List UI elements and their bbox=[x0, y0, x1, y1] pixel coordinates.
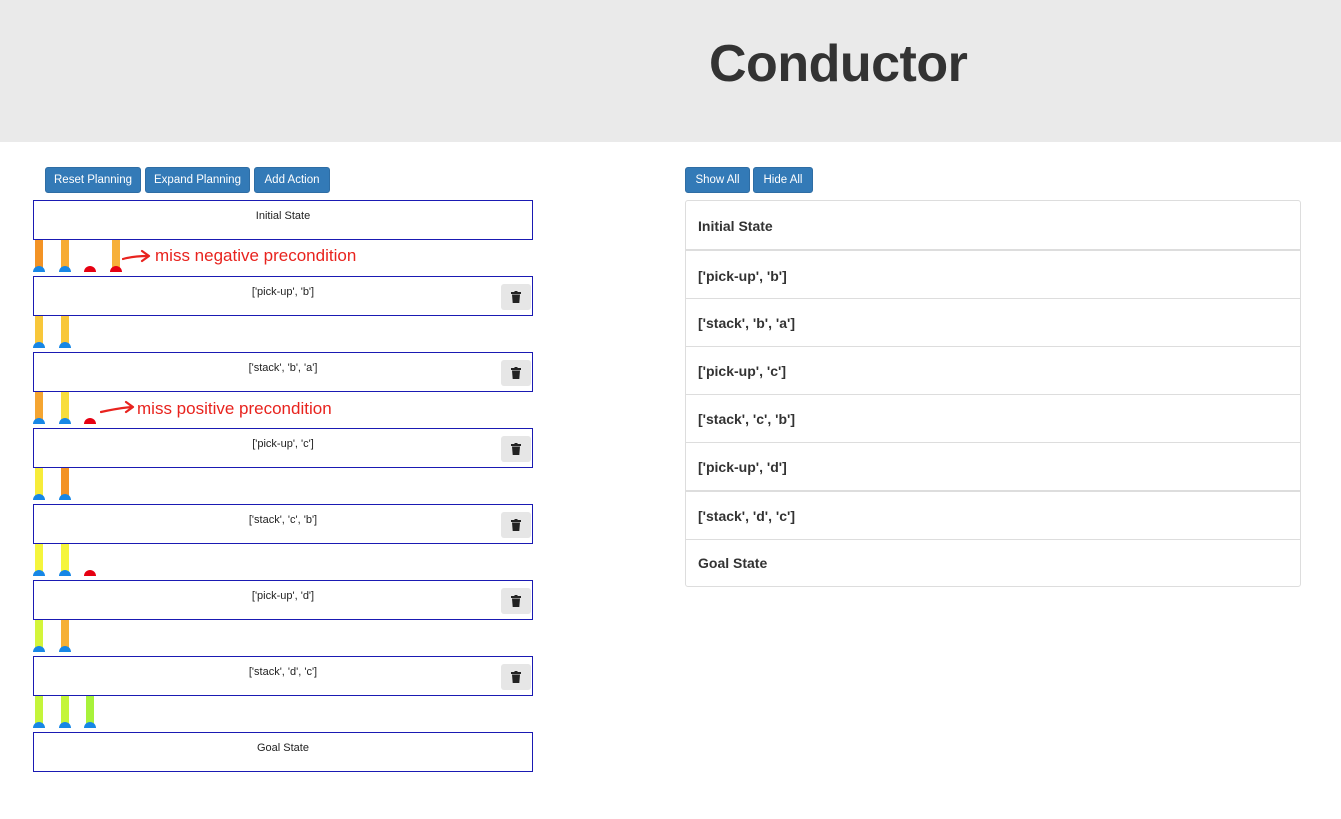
link-endpoint bbox=[59, 266, 71, 272]
list-item-label: Goal State bbox=[698, 555, 768, 571]
list-item[interactable]: ['pick-up', 'd'] bbox=[686, 442, 1300, 490]
action-step[interactable]: ['pick-up', 'b'] bbox=[33, 276, 533, 316]
action-step-label: ['stack', 'c', 'b'] bbox=[248, 514, 318, 526]
list-item[interactable]: ['pick-up', 'b'] bbox=[686, 249, 1300, 298]
delete-action-button[interactable] bbox=[501, 436, 531, 462]
link-endpoint bbox=[59, 646, 71, 652]
delete-action-button[interactable] bbox=[501, 588, 531, 614]
link-endpoint bbox=[33, 646, 45, 652]
link-endpoint bbox=[59, 342, 71, 348]
delete-action-button[interactable] bbox=[501, 664, 531, 690]
link-endpoint bbox=[33, 418, 45, 424]
list-item-label: ['pick-up', 'c'] bbox=[698, 363, 786, 379]
annotation-negative-precondition: miss negative precondition bbox=[155, 246, 357, 265]
link-endpoint bbox=[33, 722, 45, 728]
link-endpoint bbox=[33, 266, 45, 272]
action-step-label: ['pick-up', 'b'] bbox=[251, 286, 315, 298]
link-endpoint bbox=[84, 722, 96, 728]
hide-all-button[interactable]: Hide All bbox=[753, 167, 813, 193]
link-endpoint bbox=[33, 570, 45, 576]
page-header: Conductor bbox=[0, 0, 1341, 142]
link-endpoint bbox=[59, 494, 71, 500]
action-step-label: ['pick-up', 'c'] bbox=[252, 438, 314, 450]
list-item[interactable]: ['stack', 'c', 'b'] bbox=[686, 394, 1300, 442]
trash-icon bbox=[511, 519, 521, 531]
list-item-label: ['pick-up', 'd'] bbox=[698, 459, 787, 475]
list-item-label: ['stack', 'd', 'c'] bbox=[698, 508, 796, 524]
add-action-button[interactable]: Add Action bbox=[254, 167, 330, 193]
list-item[interactable]: ['stack', 'b', 'a'] bbox=[686, 298, 1300, 346]
action-step[interactable]: ['pick-up', 'd'] bbox=[33, 580, 533, 620]
trash-icon bbox=[511, 595, 521, 607]
action-step[interactable]: ['pick-up', 'c'] bbox=[33, 428, 533, 468]
action-list-panel: Initial State ['pick-up', 'b'] ['stack',… bbox=[685, 200, 1301, 587]
annotation-positive-precondition: miss positive precondition bbox=[137, 399, 332, 418]
goal-state-label: Goal State bbox=[257, 742, 309, 754]
show-all-button[interactable]: Show All bbox=[685, 167, 750, 193]
list-item[interactable]: Goal State bbox=[686, 539, 1300, 586]
trash-icon bbox=[511, 671, 521, 683]
missing-precondition-marker bbox=[84, 418, 96, 424]
trash-icon bbox=[511, 291, 521, 303]
list-item[interactable]: ['pick-up', 'c'] bbox=[686, 346, 1300, 394]
trash-icon bbox=[511, 367, 521, 379]
list-item-label: ['stack', 'b', 'a'] bbox=[698, 315, 796, 331]
action-step-label: ['stack', 'b', 'a'] bbox=[248, 362, 318, 374]
expand-planning-button[interactable]: Expand Planning bbox=[145, 167, 250, 193]
action-step[interactable]: ['stack', 'c', 'b'] bbox=[33, 504, 533, 544]
goal-state-box[interactable]: Goal State bbox=[33, 732, 533, 772]
action-step-label: ['stack', 'd', 'c'] bbox=[248, 666, 318, 678]
list-item[interactable]: Initial State bbox=[686, 201, 1300, 249]
link-endpoint bbox=[59, 570, 71, 576]
action-step[interactable]: ['stack', 'd', 'c'] bbox=[33, 656, 533, 696]
link-endpoint bbox=[33, 494, 45, 500]
list-item[interactable]: ['stack', 'd', 'c'] bbox=[686, 490, 1300, 539]
reset-planning-button[interactable]: Reset Planning bbox=[45, 167, 141, 193]
link-endpoint bbox=[59, 722, 71, 728]
initial-state-label: Initial State bbox=[255, 210, 311, 222]
annotation-arrow-icon bbox=[100, 400, 135, 414]
list-item-label: ['stack', 'c', 'b'] bbox=[698, 411, 796, 427]
app-title: Conductor bbox=[709, 35, 968, 93]
delete-action-button[interactable] bbox=[501, 284, 531, 310]
annotation-arrow-icon bbox=[122, 249, 151, 263]
delete-action-button[interactable] bbox=[501, 512, 531, 538]
missing-precondition-marker bbox=[110, 266, 122, 272]
delete-action-button[interactable] bbox=[501, 360, 531, 386]
list-item-label: ['pick-up', 'b'] bbox=[698, 268, 787, 284]
trash-icon bbox=[511, 443, 521, 455]
list-item-label: Initial State bbox=[698, 218, 773, 234]
link-endpoint bbox=[33, 342, 45, 348]
action-step-label: ['pick-up', 'd'] bbox=[251, 590, 315, 602]
missing-precondition-marker bbox=[84, 266, 96, 272]
initial-state-box[interactable]: Initial State bbox=[33, 200, 533, 240]
action-step[interactable]: ['stack', 'b', 'a'] bbox=[33, 352, 533, 392]
link-endpoint bbox=[59, 418, 71, 424]
missing-precondition-marker bbox=[84, 570, 96, 576]
